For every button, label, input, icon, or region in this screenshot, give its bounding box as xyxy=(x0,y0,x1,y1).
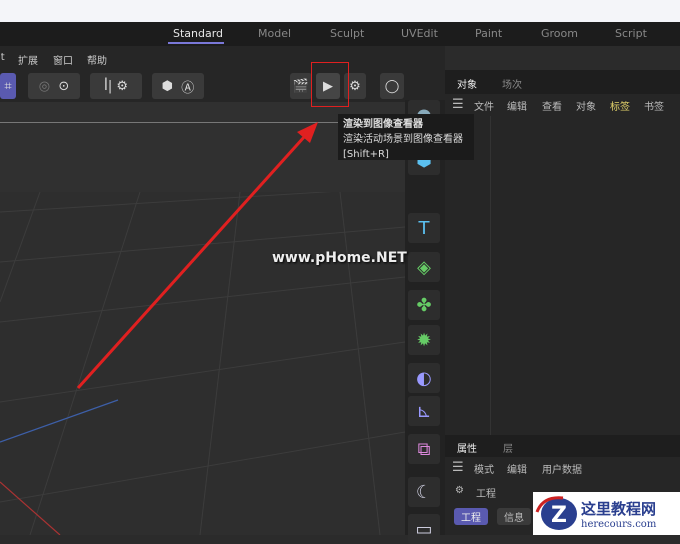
annotation-arrow xyxy=(76,122,318,390)
site-logo: Z 这里教程网 herecours.com xyxy=(533,492,680,535)
watermark: www.pHome.NET xyxy=(272,250,407,266)
logo-mark-icon: Z xyxy=(535,496,577,530)
logo-url: herecours.com xyxy=(581,518,657,530)
svg-text:Z: Z xyxy=(551,503,567,528)
logo-text: 这里教程网 xyxy=(581,499,657,518)
